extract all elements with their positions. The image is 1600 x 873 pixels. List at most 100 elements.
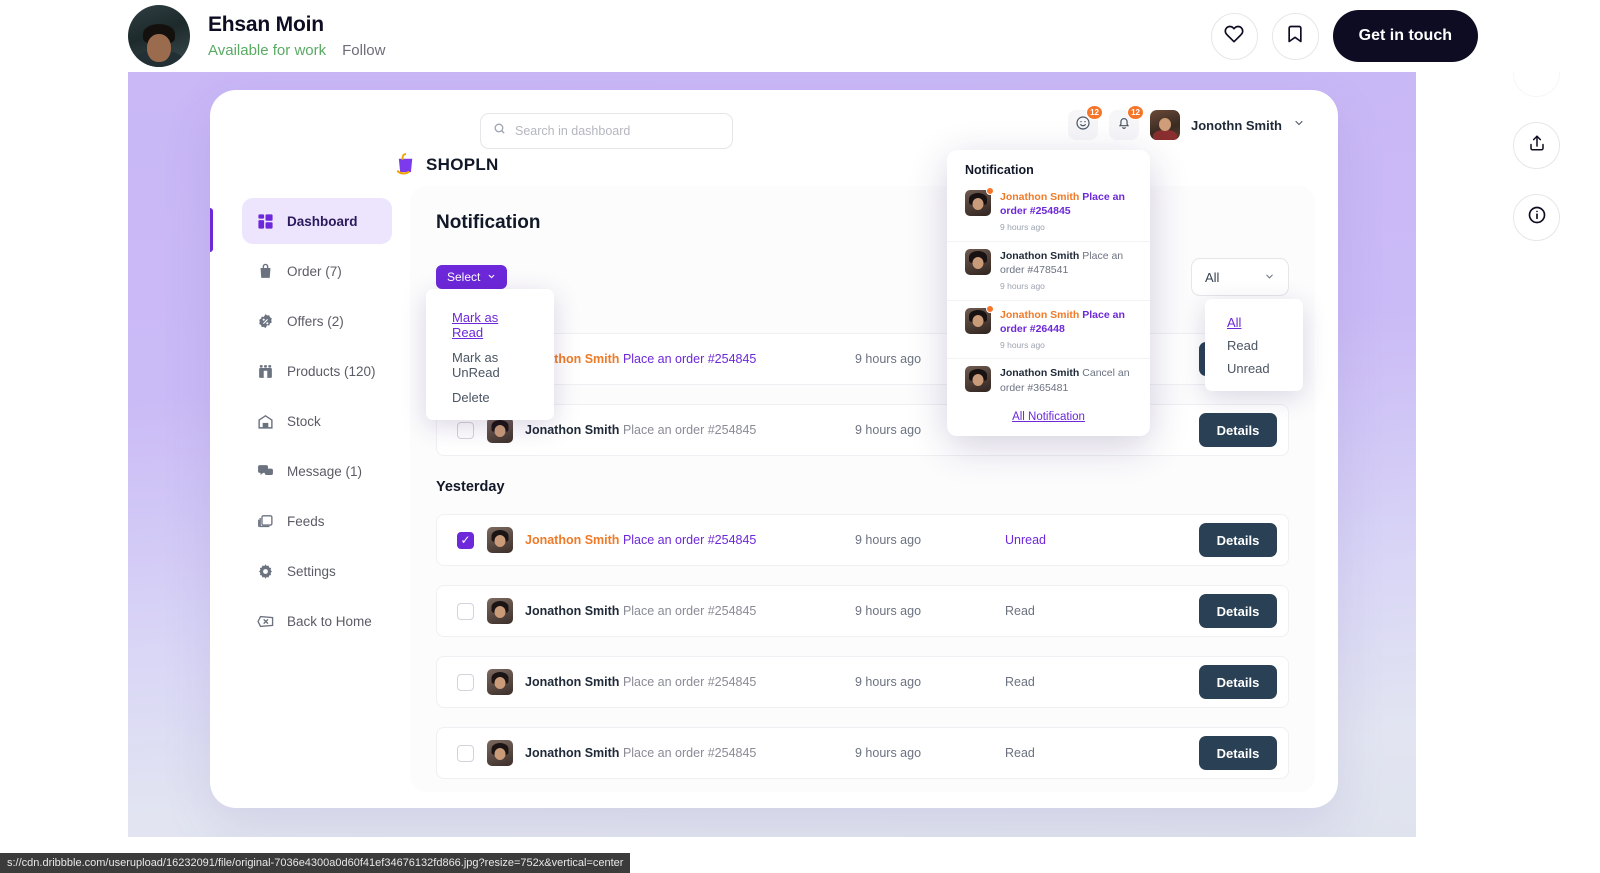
header-actions: 12 12 Jonothn Smith <box>1068 105 1305 140</box>
search-input[interactable] <box>515 124 720 138</box>
row-action: Place an order #254845 <box>622 352 757 366</box>
details-button[interactable]: Details <box>1199 736 1277 770</box>
info-button[interactable] <box>1513 194 1560 241</box>
page-title: Notification <box>436 212 541 233</box>
sidebar: Dashboard Order (7) Offers (2) Products (12… <box>210 198 410 648</box>
sidebar-item-offers-2[interactable]: Offers (2) <box>242 298 392 344</box>
sidebar-item-dashboard[interactable]: Dashboard <box>242 198 392 244</box>
table-row[interactable]: Jonathon Smith Place an order #2548459 h… <box>436 404 1289 456</box>
notification-user: Jonathon Smith <box>1000 249 1080 262</box>
avatar <box>965 187 994 216</box>
browser-status-bar: s://cdn.dribbble.com/userupload/16232091… <box>0 853 631 873</box>
sidebar-item-label: Settings <box>287 563 336 579</box>
notification-item[interactable]: Jonathon Smith Place an order #26448 9 ho… <box>947 301 1150 360</box>
follow-button[interactable]: Follow <box>342 42 385 59</box>
table-row[interactable]: Jonathon Smith Place an order #254845 9 h… <box>436 514 1289 566</box>
details-button[interactable]: Details <box>1199 594 1277 628</box>
row-checkbox[interactable] <box>457 602 474 620</box>
select-menu-item-mark-as-unread[interactable]: Mark as UnRead <box>426 345 554 385</box>
search-box[interactable] <box>480 113 733 149</box>
sidebar-item-label: Offers (2) <box>287 313 344 329</box>
row-user: Jonathon Smith <box>525 604 620 618</box>
filter-dropdown-menu: All Read Unread <box>1205 299 1303 391</box>
chevron-down-icon[interactable] <box>1293 116 1305 134</box>
table-row[interactable]: Jonathon Smith Place an order #2548459 h… <box>436 727 1289 779</box>
sidebar-item-order-7[interactable]: Order (7) <box>242 248 392 294</box>
notification-time: 9 hours ago <box>1000 339 1045 350</box>
row-checkbox[interactable] <box>457 421 474 439</box>
row-text: Jonathon Smith Place an order #254845 <box>525 746 855 760</box>
box-icon <box>256 362 274 380</box>
sidebar-item-feeds[interactable]: Feeds <box>242 498 392 544</box>
row-time: 9 hours ago <box>855 533 922 547</box>
sidebar-item-stock[interactable]: Stock <box>242 398 392 444</box>
sidebar-item-label: Products (120) <box>287 363 376 379</box>
details-button[interactable]: Details <box>1199 413 1277 447</box>
save-button[interactable] <box>1271 12 1319 60</box>
row-time: 9 hours ago <box>855 746 922 760</box>
filter-menu-item-unread[interactable]: Unread <box>1205 357 1303 380</box>
sidebar-item-back-to-home[interactable]: Back to Home <box>242 598 392 644</box>
filter-menu-item-all[interactable]: All <box>1205 311 1303 334</box>
row-text: Jonathon Smith Place an order #254845 <box>525 675 855 689</box>
row-user: Jonathon Smith <box>525 675 620 689</box>
details-button[interactable]: Details <box>1199 665 1277 699</box>
share-icon <box>1528 134 1546 157</box>
table-row[interactable]: Jonathon Smith Place an order #2548459 h… <box>436 585 1289 637</box>
row-user: Jonathon Smith <box>525 533 620 547</box>
select-menu-item-delete[interactable]: Delete <box>426 385 554 410</box>
row-checkbox[interactable] <box>457 531 474 549</box>
table-row[interactable]: Jonathon Smith Place an order #2548459 h… <box>436 656 1289 708</box>
notifications-button[interactable]: 12 <box>1109 105 1144 140</box>
sidebar-item-message-1[interactable]: Message (1) <box>242 448 392 494</box>
notification-item[interactable]: Jonathon Smith Place an order #254845 9 h… <box>947 183 1150 242</box>
select-dropdown-menu: Mark as Read Mark as UnRead Delete <box>426 289 554 420</box>
notification-text: Jonathon Smith Cancel an order #3654819 … <box>1000 366 1138 399</box>
notification-text: Jonathon Smith Place an order #26448 9 ho… <box>1000 308 1138 352</box>
author-block: Ehsan Moin Available for work Follow <box>128 5 385 67</box>
notification-item[interactable]: Jonathon Smith Place an order #478541 9 h… <box>947 242 1150 301</box>
row-user: Jonathon Smith <box>525 423 620 437</box>
row-action: Place an order #254845 <box>622 533 757 547</box>
chevron-down-icon <box>487 270 496 284</box>
help-badge: 12 <box>1086 105 1103 120</box>
select-dropdown-button[interactable]: Select <box>436 265 508 289</box>
user-avatar[interactable] <box>1150 110 1180 140</box>
like-button[interactable] <box>1210 12 1258 60</box>
filter-menu-item-read[interactable]: Read <box>1205 334 1303 357</box>
author-name: Ehsan Moin <box>208 13 324 36</box>
author-avatar <box>128 5 190 67</box>
details-button[interactable]: Details <box>1199 523 1277 557</box>
get-in-touch-button[interactable]: Get in touch <box>1332 10 1478 62</box>
row-text: Jonathon Smith Place an order #254845 <box>525 604 855 618</box>
row-checkbox[interactable] <box>457 673 474 691</box>
row-action: Place an order #254845 <box>622 423 757 437</box>
main-panel: Notification Select Mark as Read Mark as … <box>410 186 1315 792</box>
discount-icon <box>256 312 274 330</box>
row-action: Place an order #254845 <box>622 675 757 689</box>
row-checkbox[interactable] <box>457 744 474 762</box>
avatar <box>487 527 513 553</box>
app-header: SHOPLN 12 12 <box>210 90 1338 182</box>
table-row[interactable]: Jonathon Smith Place an order #254845 9 h… <box>436 333 1289 385</box>
notification-time: 9 hours ago <box>1000 222 1045 233</box>
brand-logo: SHOPLN <box>395 152 499 177</box>
unread-dot <box>986 187 994 195</box>
sidebar-item-settings[interactable]: Settings <box>242 548 392 594</box>
select-menu-item-mark-as-read[interactable]: Mark as Read <box>426 305 554 345</box>
grid-icon <box>256 212 274 230</box>
row-text: Jonathon Smith Place an order #254845 <box>525 352 855 366</box>
sidebar-item-label: Stock <box>287 413 321 429</box>
share-button[interactable] <box>1513 122 1560 169</box>
brand-name: SHOPLN <box>426 154 499 174</box>
select-button-label: Select <box>447 270 481 284</box>
sidebar-item-products-120[interactable]: Products (120) <box>242 348 392 394</box>
notification-user: Jonathon Smith <box>1000 367 1080 380</box>
dashboard-app-card: SHOPLN 12 12 <box>210 90 1338 808</box>
row-time: 9 hours ago <box>855 675 922 689</box>
filter-dropdown-button[interactable]: All <box>1191 258 1289 296</box>
help-button[interactable]: 12 <box>1068 105 1103 140</box>
all-notification-link[interactable]: All Notification <box>947 399 1150 436</box>
notification-item[interactable]: Jonathon Smith Cancel an order #3654819 … <box>947 359 1150 399</box>
status-badge: Read <box>1005 675 1035 689</box>
